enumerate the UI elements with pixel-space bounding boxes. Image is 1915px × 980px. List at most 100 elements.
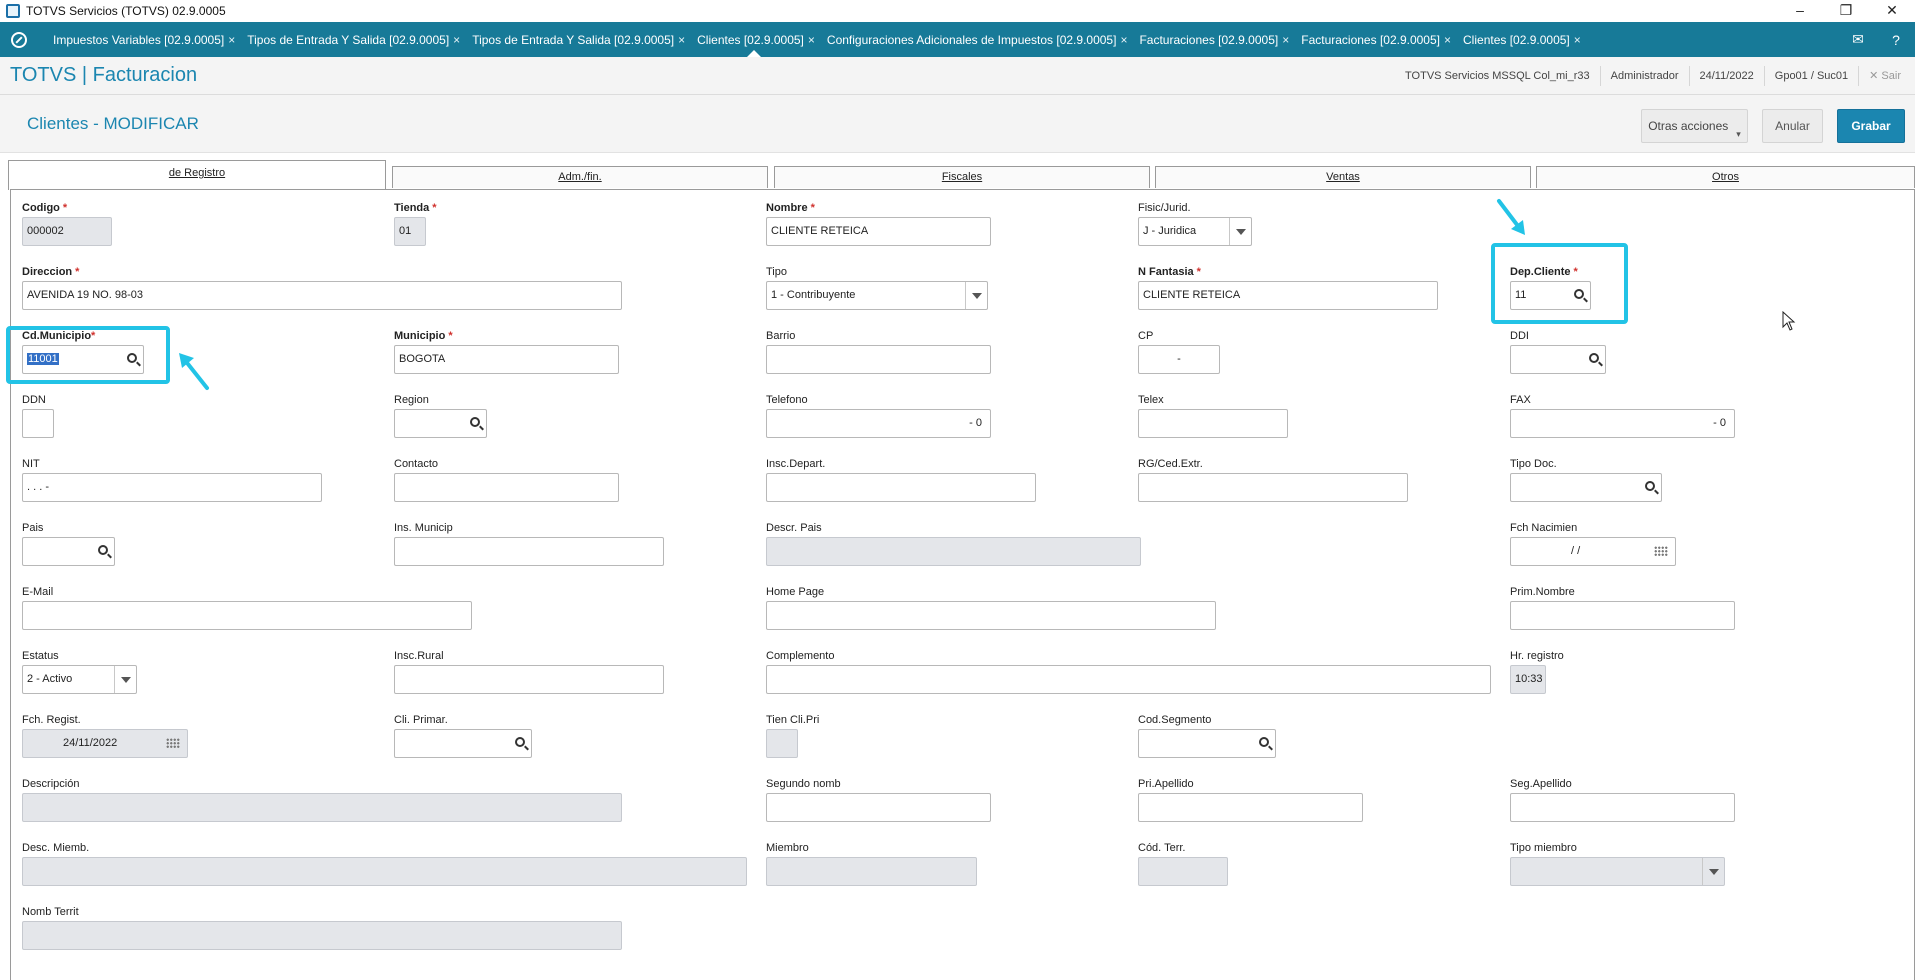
tab-configuraciones-impuestos[interactable]: Configuraciones Adicionales de Impuestos… — [819, 22, 1132, 57]
tab-label: Tipos de Entrada Y Salida [02.9.0005] — [472, 32, 675, 47]
search-icon[interactable] — [1645, 481, 1655, 491]
tab-label: Impuestos Variables [02.9.0005] — [53, 32, 225, 47]
tab-facturaciones-2[interactable]: Facturaciones [02.9.0005] × — [1293, 22, 1455, 57]
direccion-input[interactable]: AVENIDA 19 NO. 98-03 — [22, 281, 622, 310]
search-icon[interactable] — [1259, 737, 1269, 747]
home-page-input[interactable] — [766, 601, 1216, 630]
branch-label[interactable]: Gpo01 / Suc01 — [1763, 66, 1858, 86]
tab-facturaciones[interactable]: Facturaciones [02.9.0005] × — [1131, 22, 1293, 57]
home-icon[interactable] — [11, 31, 27, 48]
field-label: Ins. Municip — [394, 522, 453, 534]
folder-tab-ventas[interactable]: Ventas — [1155, 166, 1531, 188]
ddi-input[interactable] — [1510, 345, 1606, 374]
mail-icon[interactable]: ✉ — [1839, 31, 1877, 48]
fisic-jurid-select[interactable]: J - Juridica — [1138, 217, 1252, 246]
exit-button[interactable]: ✕ Sair — [1858, 66, 1915, 86]
telex-input[interactable] — [1138, 409, 1288, 438]
page-header: Clientes - MODIFICAR Otras acciones ▾ An… — [0, 95, 1915, 153]
folder-tab-admfin[interactable]: Adm./fin. — [392, 166, 768, 188]
annotation-arrow-icon — [1497, 199, 1525, 235]
search-icon[interactable] — [515, 737, 525, 747]
folder-tab-fiscales[interactable]: Fiscales — [774, 166, 1150, 188]
contacto-input[interactable] — [394, 473, 619, 502]
insc-depart-input[interactable] — [766, 473, 1036, 502]
client-form: Codigo * 000002 Tienda * 01 Nombre * CLIENT… — [10, 189, 1915, 980]
tab-clientes-2[interactable]: Clientes [02.9.0005] × — [1455, 22, 1585, 57]
tienda-input[interactable]: 01 — [394, 217, 426, 246]
cp-input[interactable]: - — [1138, 345, 1220, 374]
tab-tipos-entrada-salida-2[interactable]: Tipos de Entrada Y Salida [02.9.0005] × — [464, 22, 689, 57]
tipo-select[interactable]: 1 - Contribuyente — [766, 281, 988, 310]
calendar-icon[interactable] — [1654, 546, 1668, 557]
chevron-down-icon[interactable] — [965, 282, 987, 309]
save-button[interactable]: Grabar — [1837, 109, 1905, 143]
email-input[interactable] — [22, 601, 472, 630]
field-label: RG/Ced.Extr. — [1138, 458, 1203, 470]
tien-cli-pri-input — [766, 729, 798, 758]
pri-apellido-input[interactable] — [1138, 793, 1363, 822]
cod-segmento-input[interactable] — [1138, 729, 1276, 758]
folder-tab-otros[interactable]: Otros — [1536, 166, 1915, 188]
n-fantasia-input[interactable]: CLIENTE RETEICA — [1138, 281, 1438, 310]
other-actions-label: Otras acciones — [1648, 119, 1729, 133]
insc-rural-input[interactable] — [394, 665, 664, 694]
tab-strip: Impuestos Variables [02.9.0005] × Tipos d… — [0, 22, 1915, 57]
prim-nombre-input[interactable] — [1510, 601, 1735, 630]
rg-ced-extr-input[interactable] — [1138, 473, 1408, 502]
field-label: Seg.Apellido — [1510, 778, 1572, 790]
tab-close-icon[interactable]: × — [1120, 33, 1131, 47]
fax-input[interactable]: - 0 — [1510, 409, 1735, 438]
tab-close-icon[interactable]: × — [453, 33, 464, 47]
close-window-button[interactable]: ✕ — [1869, 0, 1915, 22]
field-label: FAX — [1510, 394, 1531, 406]
estatus-select[interactable]: 2 - Activo — [22, 665, 137, 694]
segundo-nomb-input[interactable] — [766, 793, 991, 822]
pais-input[interactable] — [22, 537, 115, 566]
search-icon[interactable] — [1589, 353, 1599, 363]
telefono-input[interactable]: - 0 — [766, 409, 991, 438]
tipo-doc-input[interactable] — [1510, 473, 1662, 502]
tab-tipos-entrada-salida[interactable]: Tipos de Entrada Y Salida [02.9.0005] × — [239, 22, 464, 57]
other-actions-button[interactable]: Otras acciones ▾ — [1641, 109, 1748, 143]
ddn-input[interactable] — [22, 409, 54, 438]
ins-municip-input[interactable] — [394, 537, 664, 566]
field-label: Pri.Apellido — [1138, 778, 1194, 790]
chevron-down-icon[interactable] — [114, 666, 136, 693]
tab-close-icon[interactable]: × — [1574, 33, 1585, 47]
tab-impuestos-variables[interactable]: Impuestos Variables [02.9.0005] × — [45, 22, 239, 57]
folder-tabs: de Registro Adm./fin. Fiscales Ventas Ot… — [8, 160, 1915, 190]
page-title: Clientes - MODIFICAR — [27, 114, 199, 133]
search-icon[interactable] — [470, 417, 480, 427]
tab-close-icon[interactable]: × — [678, 33, 689, 47]
tab-label: Tipos de Entrada Y Salida [02.9.0005] — [247, 32, 450, 47]
field-label: E-Mail — [22, 586, 54, 598]
fch-nacimien-input[interactable]: / / — [1510, 537, 1676, 566]
complemento-input[interactable] — [766, 665, 1491, 694]
nit-input[interactable]: . . . - — [22, 473, 322, 502]
seg-apellido-input[interactable] — [1510, 793, 1735, 822]
chevron-down-icon: ▾ — [1736, 128, 1741, 139]
municipio-input[interactable]: BOGOTA — [394, 345, 619, 374]
minimize-button[interactable]: – — [1777, 0, 1823, 22]
brand-title: TOTVS | Facturacion — [10, 64, 198, 86]
search-icon[interactable] — [98, 545, 108, 555]
user-label: Administrador — [1599, 66, 1689, 86]
field-label: NIT — [22, 458, 40, 470]
maximize-button[interactable]: ❐ — [1823, 0, 1869, 22]
tab-close-icon[interactable]: × — [808, 33, 819, 47]
chevron-down-icon[interactable] — [1229, 218, 1251, 245]
tab-close-icon[interactable]: × — [1282, 33, 1293, 47]
folder-tab-registro[interactable]: de Registro — [8, 160, 386, 190]
cd-municipio-highlight — [6, 326, 170, 384]
hr-registro-input: 10:33 — [1510, 665, 1546, 694]
barrio-input[interactable] — [766, 345, 991, 374]
cancel-button[interactable]: Anular — [1762, 109, 1823, 143]
tab-clientes-active[interactable]: Clientes [02.9.0005] × — [689, 22, 819, 57]
codigo-input[interactable]: 000002 — [22, 217, 112, 246]
tab-close-icon[interactable]: × — [228, 33, 239, 47]
region-input[interactable] — [394, 409, 487, 438]
tab-close-icon[interactable]: × — [1444, 33, 1455, 47]
help-icon[interactable]: ? — [1877, 32, 1915, 48]
cli-primar-input[interactable] — [394, 729, 532, 758]
nombre-input[interactable]: CLIENTE RETEICA — [766, 217, 991, 246]
